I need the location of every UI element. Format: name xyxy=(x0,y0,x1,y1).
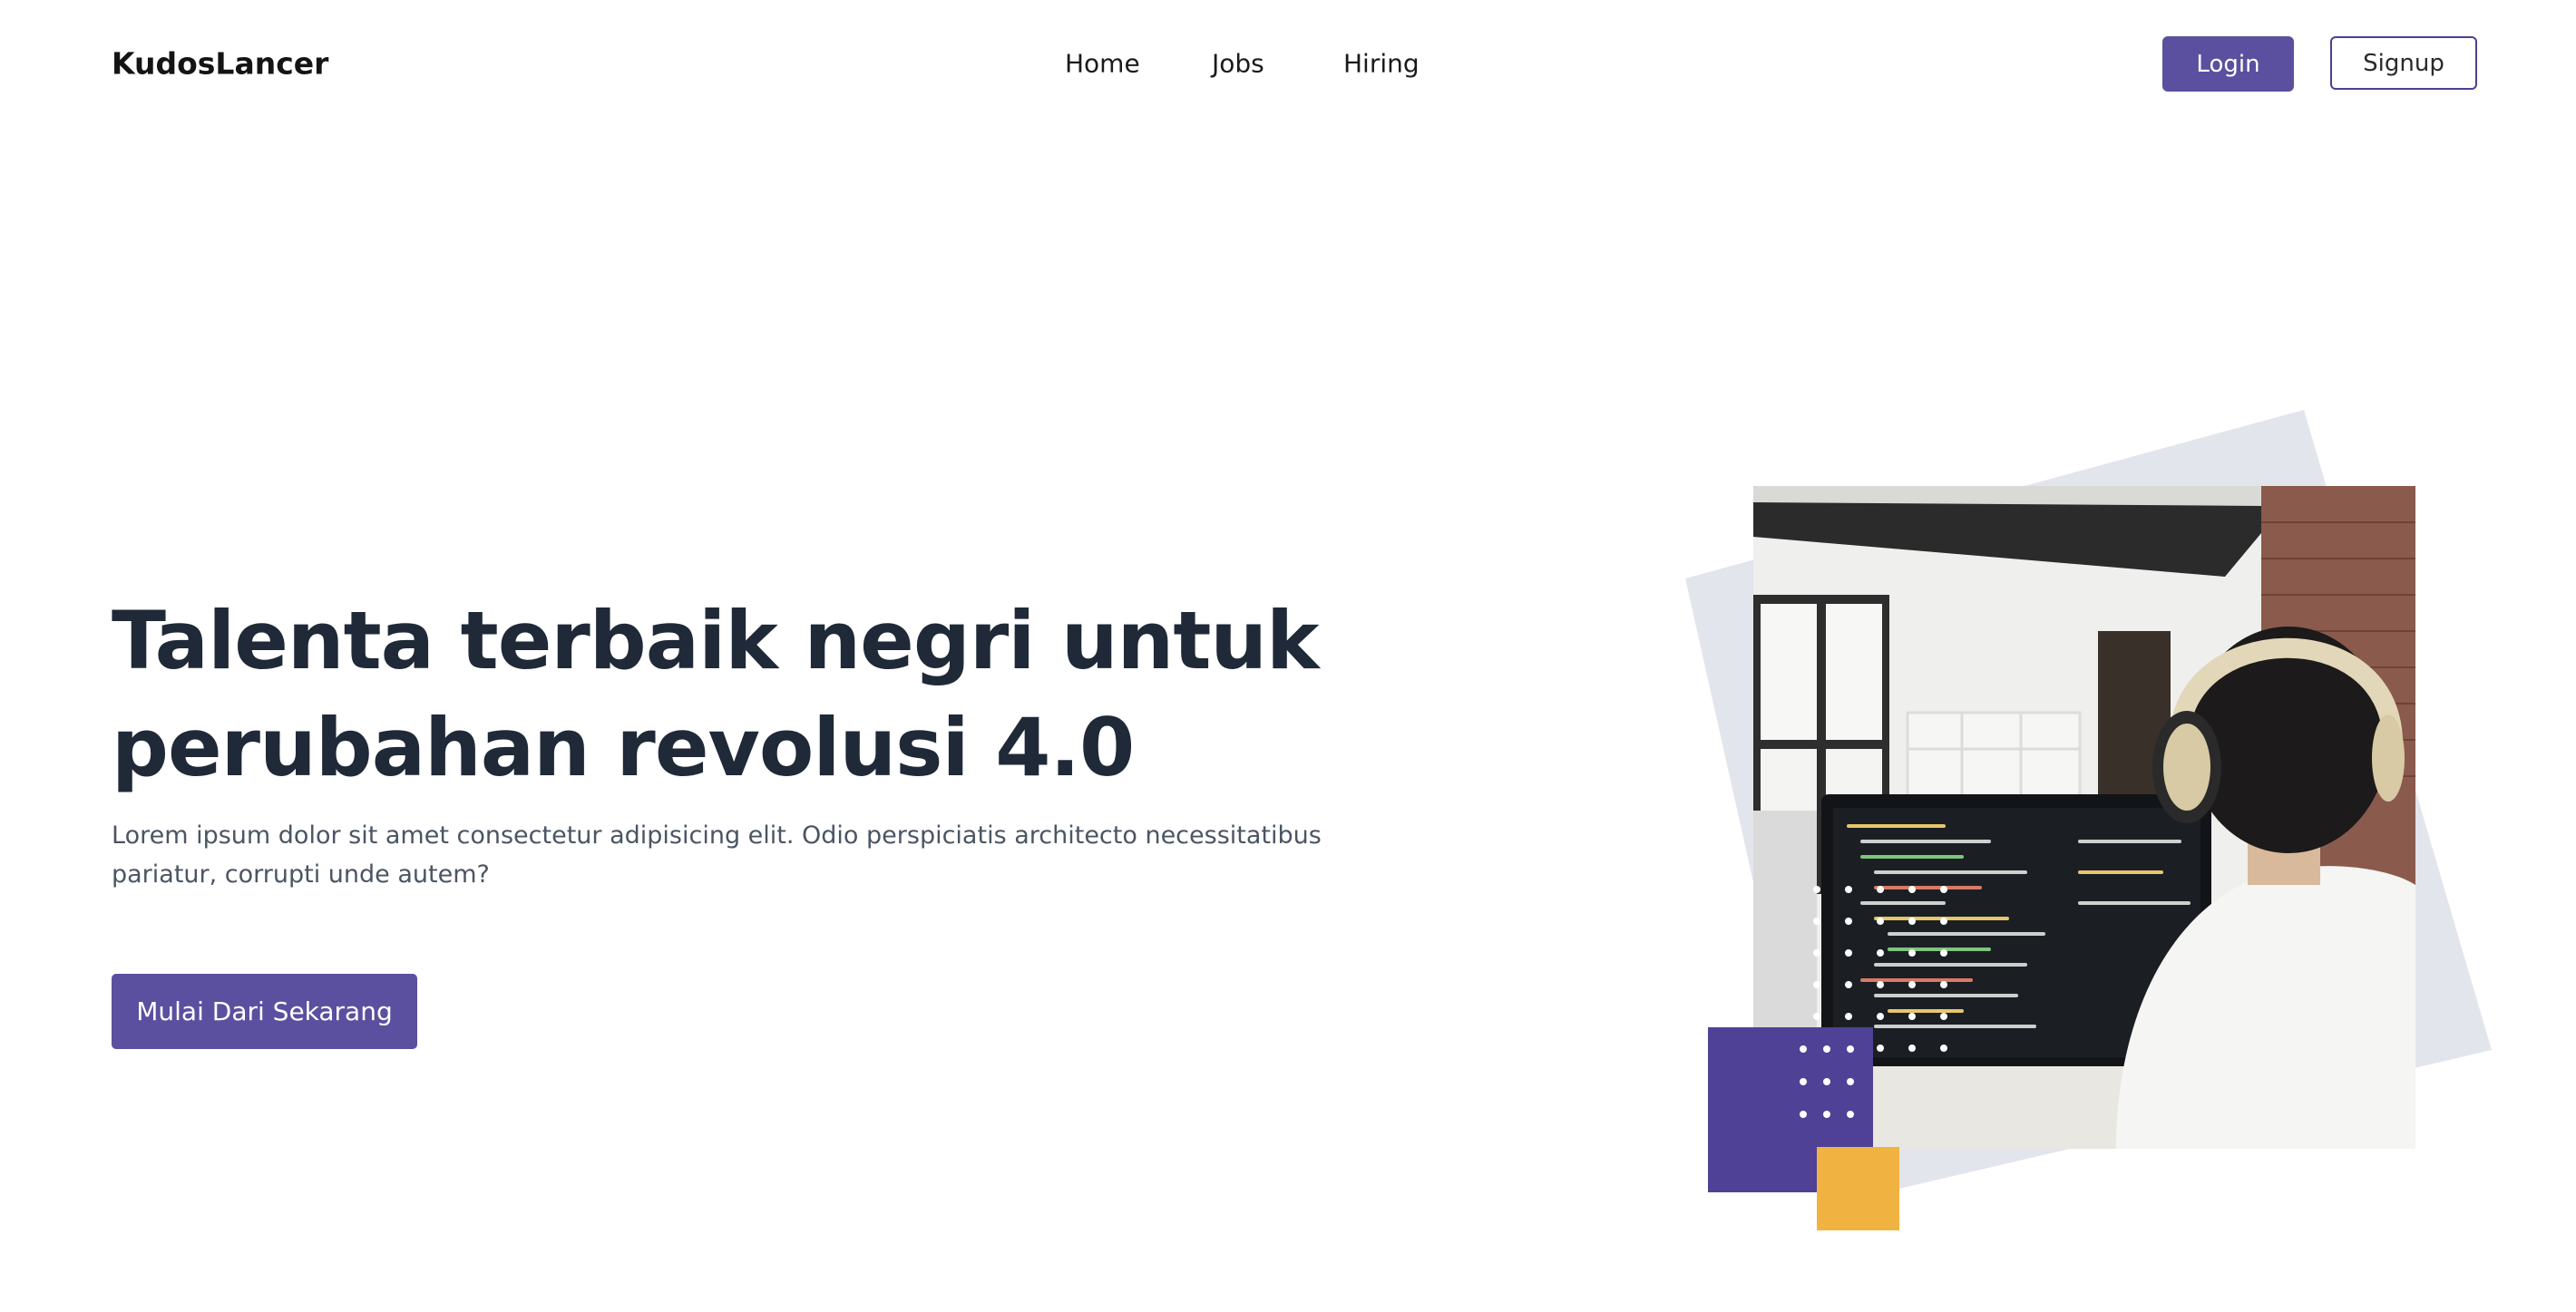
hero-title-line-2: perubahan revolusi 4.0 xyxy=(112,701,1135,794)
hero-title-line-1: Talenta terbaik negri untuk xyxy=(112,594,1320,687)
hero-title: Talenta terbaik negri untuk perubahan re… xyxy=(112,588,1320,802)
login-button[interactable]: Login xyxy=(2162,36,2294,92)
accent-yellow-square xyxy=(1817,1147,1899,1230)
nav-link-hiring[interactable]: Hiring xyxy=(1343,49,1420,79)
brand-logo[interactable]: KudosLancer xyxy=(112,46,328,82)
get-started-button[interactable]: Mulai Dari Sekarang xyxy=(112,974,417,1049)
hero-description-line-2: pariatur, corrupti unde autem? xyxy=(112,860,490,889)
nav-link-jobs[interactable]: Jobs xyxy=(1212,49,1264,79)
hero-description-line-1: Lorem ipsum dolor sit amet consectetur a… xyxy=(112,821,1322,850)
signup-button[interactable]: Signup xyxy=(2330,36,2477,90)
nav-link-home[interactable]: Home xyxy=(1065,49,1140,79)
hero-illustration xyxy=(1669,399,2503,1242)
site-header: KudosLancer Home Jobs Hiring Login Signu… xyxy=(0,0,2576,129)
hero-description: Lorem ipsum dolor sit amet consectetur a… xyxy=(112,816,1322,894)
